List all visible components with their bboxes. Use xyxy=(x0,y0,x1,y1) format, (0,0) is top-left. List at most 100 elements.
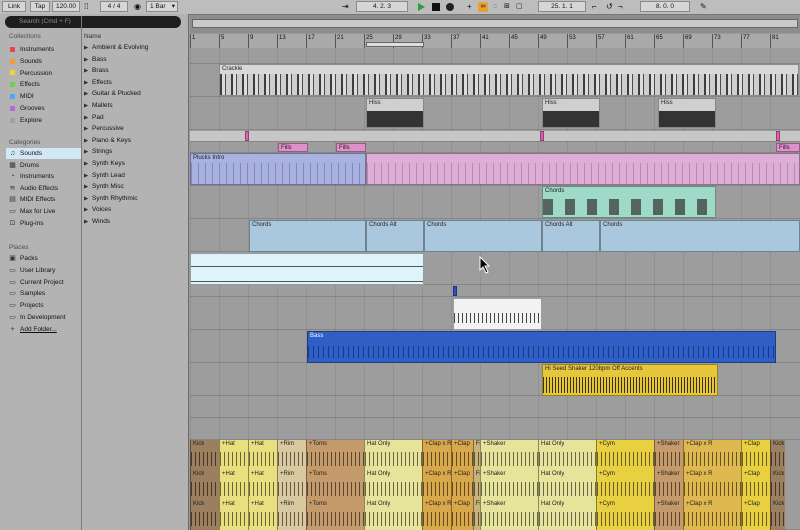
session-record-icon[interactable]: ⊞ xyxy=(504,1,510,12)
place-item[interactable]: + Add Folder... xyxy=(6,324,81,335)
drum-section-clip[interactable]: +Hat +Hat +Hat xyxy=(219,440,248,530)
name-list-item[interactable]: ▶ Ambient & Evolving xyxy=(84,42,184,54)
punch-icon[interactable]: ◌ xyxy=(493,1,497,12)
name-column-header[interactable]: Name xyxy=(84,33,101,40)
clip-hiss[interactable]: Hiss xyxy=(542,98,600,128)
play-icon[interactable] xyxy=(418,3,425,11)
metronome-dots-icon[interactable]: ⁞⁞ xyxy=(84,1,88,12)
drum-section-clip[interactable]: Kick Kick Kick xyxy=(770,440,785,530)
collection-item[interactable]: Sounds xyxy=(6,56,81,67)
collection-item[interactable]: Instruments xyxy=(6,44,81,55)
clip-plucks[interactable] xyxy=(366,153,800,185)
place-item[interactable]: ▭ In Development xyxy=(6,312,81,323)
place-item[interactable]: ▭ Current Project xyxy=(6,277,81,288)
name-list-item[interactable]: ▶ Synth Rhythmic xyxy=(84,193,184,205)
overdub-icon[interactable]: + xyxy=(467,1,472,12)
drum-section-clip[interactable]: +Cym +Cym +Cym xyxy=(596,440,654,530)
drum-section-clip[interactable]: +Clap +Clap +Clap xyxy=(741,440,770,530)
drum-section-clip[interactable]: FiFiFi xyxy=(472,440,480,530)
clip-chords[interactable]: Chords xyxy=(424,220,542,252)
punch-in-icon[interactable]: ⌐ xyxy=(592,1,597,12)
name-list-item[interactable]: ▶ Strings xyxy=(84,146,184,158)
follow-icon[interactable]: ⇥ xyxy=(342,1,349,12)
name-list-item[interactable]: ▶ Pad xyxy=(84,112,184,124)
drum-section-clip[interactable]: +Rim +Rim +Rim xyxy=(277,440,306,530)
collection-item[interactable]: Grooves xyxy=(6,103,81,114)
name-list-item[interactable]: ▶ Percussive xyxy=(84,123,184,135)
clip-fill-marker[interactable] xyxy=(245,131,249,141)
clip-chords-alt[interactable]: Chords Alt xyxy=(366,220,424,252)
drum-section-clip[interactable]: +Clap x R +Clap x R +Clap x R xyxy=(683,440,741,530)
name-list-item[interactable]: ▶ Mallets xyxy=(84,100,184,112)
link-button[interactable]: Link xyxy=(2,1,26,12)
clip-marker[interactable] xyxy=(453,286,457,296)
collection-item[interactable]: Percussion xyxy=(6,68,81,79)
clip-pad[interactable] xyxy=(190,253,424,285)
name-list-item[interactable]: ▶ Winds xyxy=(84,216,184,228)
loop-brace[interactable] xyxy=(366,42,424,47)
place-item[interactable]: ▭ Projects xyxy=(6,300,81,311)
capture-icon[interactable]: ▢ xyxy=(516,1,523,12)
track-lane[interactable] xyxy=(190,396,800,418)
name-list-item[interactable]: ▶ Synth Misc xyxy=(84,181,184,193)
drum-section-clip[interactable]: Hat Only Hat Only Hat Only xyxy=(538,440,596,530)
beat-time-ruler[interactable]: 1 5 9 13 17 21 25 29 33 37 41 45 49 53 57 61 65 69 73 77 81 xyxy=(190,34,800,49)
stop-icon[interactable] xyxy=(432,3,440,11)
clip-fills[interactable]: Fills xyxy=(278,143,308,152)
track-lane[interactable] xyxy=(190,48,800,64)
collection-item[interactable]: MIDI xyxy=(6,91,81,102)
name-list-item[interactable]: ▶ Synth Lead xyxy=(84,170,184,182)
track-lane[interactable] xyxy=(190,418,800,440)
clip-plucks-intro[interactable]: Plucks Intro xyxy=(190,153,366,185)
drum-section-clip[interactable]: Kick Kick Kick xyxy=(190,440,219,530)
tap-tempo-button[interactable]: Tap xyxy=(30,1,50,12)
category-item[interactable]: ⊡ Plug-ins xyxy=(6,218,81,229)
name-list-item[interactable]: ▶ Effects xyxy=(84,77,184,89)
name-list-item[interactable]: ▶ Synth Keys xyxy=(84,158,184,170)
drum-section-clip[interactable]: Hat Only Hat Only Hat Only xyxy=(364,440,422,530)
arrangement-overview[interactable] xyxy=(190,15,800,33)
clip-fill-marker[interactable] xyxy=(540,131,544,141)
punch-out-icon[interactable]: ¬ xyxy=(618,1,623,12)
tempo-field[interactable]: 120.00 xyxy=(52,1,80,12)
clip-fills[interactable]: Fills xyxy=(336,143,366,152)
clip-chords[interactable]: Chords xyxy=(600,220,800,252)
clip-chords[interactable]: Chords xyxy=(249,220,366,252)
place-item[interactable]: ▣ Packs xyxy=(6,253,81,264)
clip-fills[interactable]: Fills xyxy=(776,143,800,152)
name-list-item[interactable]: ▶ Voices xyxy=(84,204,184,216)
collection-item[interactable]: Effects xyxy=(6,79,81,90)
clip-crackle[interactable]: Crackle xyxy=(219,64,799,96)
metronome-icon[interactable]: ◉ xyxy=(134,1,141,12)
track-lane[interactable] xyxy=(190,285,800,297)
loop-length-field[interactable]: 8. 0. 0 xyxy=(640,1,690,12)
browser-divider[interactable] xyxy=(81,16,82,530)
clip-hiss[interactable]: Hiss xyxy=(658,98,716,128)
automation-arm-icon[interactable]: ∞ xyxy=(478,2,488,12)
name-list-item[interactable]: ▶ Piano & Keys xyxy=(84,135,184,147)
place-item[interactable]: ▭ Samples xyxy=(6,288,81,299)
song-position-field[interactable]: 4. 2. 3 xyxy=(356,1,408,12)
category-item[interactable]: ♫ Sounds xyxy=(6,148,81,159)
expand-triangle-icon[interactable]: ▶ xyxy=(84,217,92,229)
loop-switch-icon[interactable]: ↺ xyxy=(606,1,613,12)
name-list-item[interactable]: ▶ Brass xyxy=(84,65,184,77)
clip-fill-marker[interactable] xyxy=(776,131,780,141)
category-item[interactable]: ▤ MIDI Effects xyxy=(6,194,81,205)
time-signature-field[interactable]: 4 / 4 xyxy=(100,1,128,12)
category-item[interactable]: ▭ Max for Live xyxy=(6,206,81,217)
name-list-item[interactable]: ▶ Guitar & Plucked xyxy=(84,88,184,100)
loop-start-field[interactable]: 25. 1. 1 xyxy=(538,1,586,12)
clip-hiss[interactable]: Hiss xyxy=(366,98,424,128)
drum-section-clip[interactable]: +Hat +Hat +Hat xyxy=(248,440,277,530)
drum-section-clip[interactable]: +Shaker +Shaker +Shaker xyxy=(654,440,683,530)
clip-shaker[interactable]: Hi Seed Shaker 120bpm Off Accents xyxy=(542,364,718,396)
place-item[interactable]: ▭ User Library xyxy=(6,265,81,276)
category-item[interactable]: ≋ Audio Effects xyxy=(6,183,81,194)
clip-chords[interactable]: Chords xyxy=(542,186,716,218)
category-item[interactable]: ◔ Instruments xyxy=(6,171,81,182)
clip-bass[interactable]: Bass xyxy=(307,331,776,363)
name-list-item[interactable]: ▶ Bass xyxy=(84,54,184,66)
collection-item[interactable]: Explore xyxy=(6,115,81,126)
clip-keys[interactable] xyxy=(453,298,542,330)
